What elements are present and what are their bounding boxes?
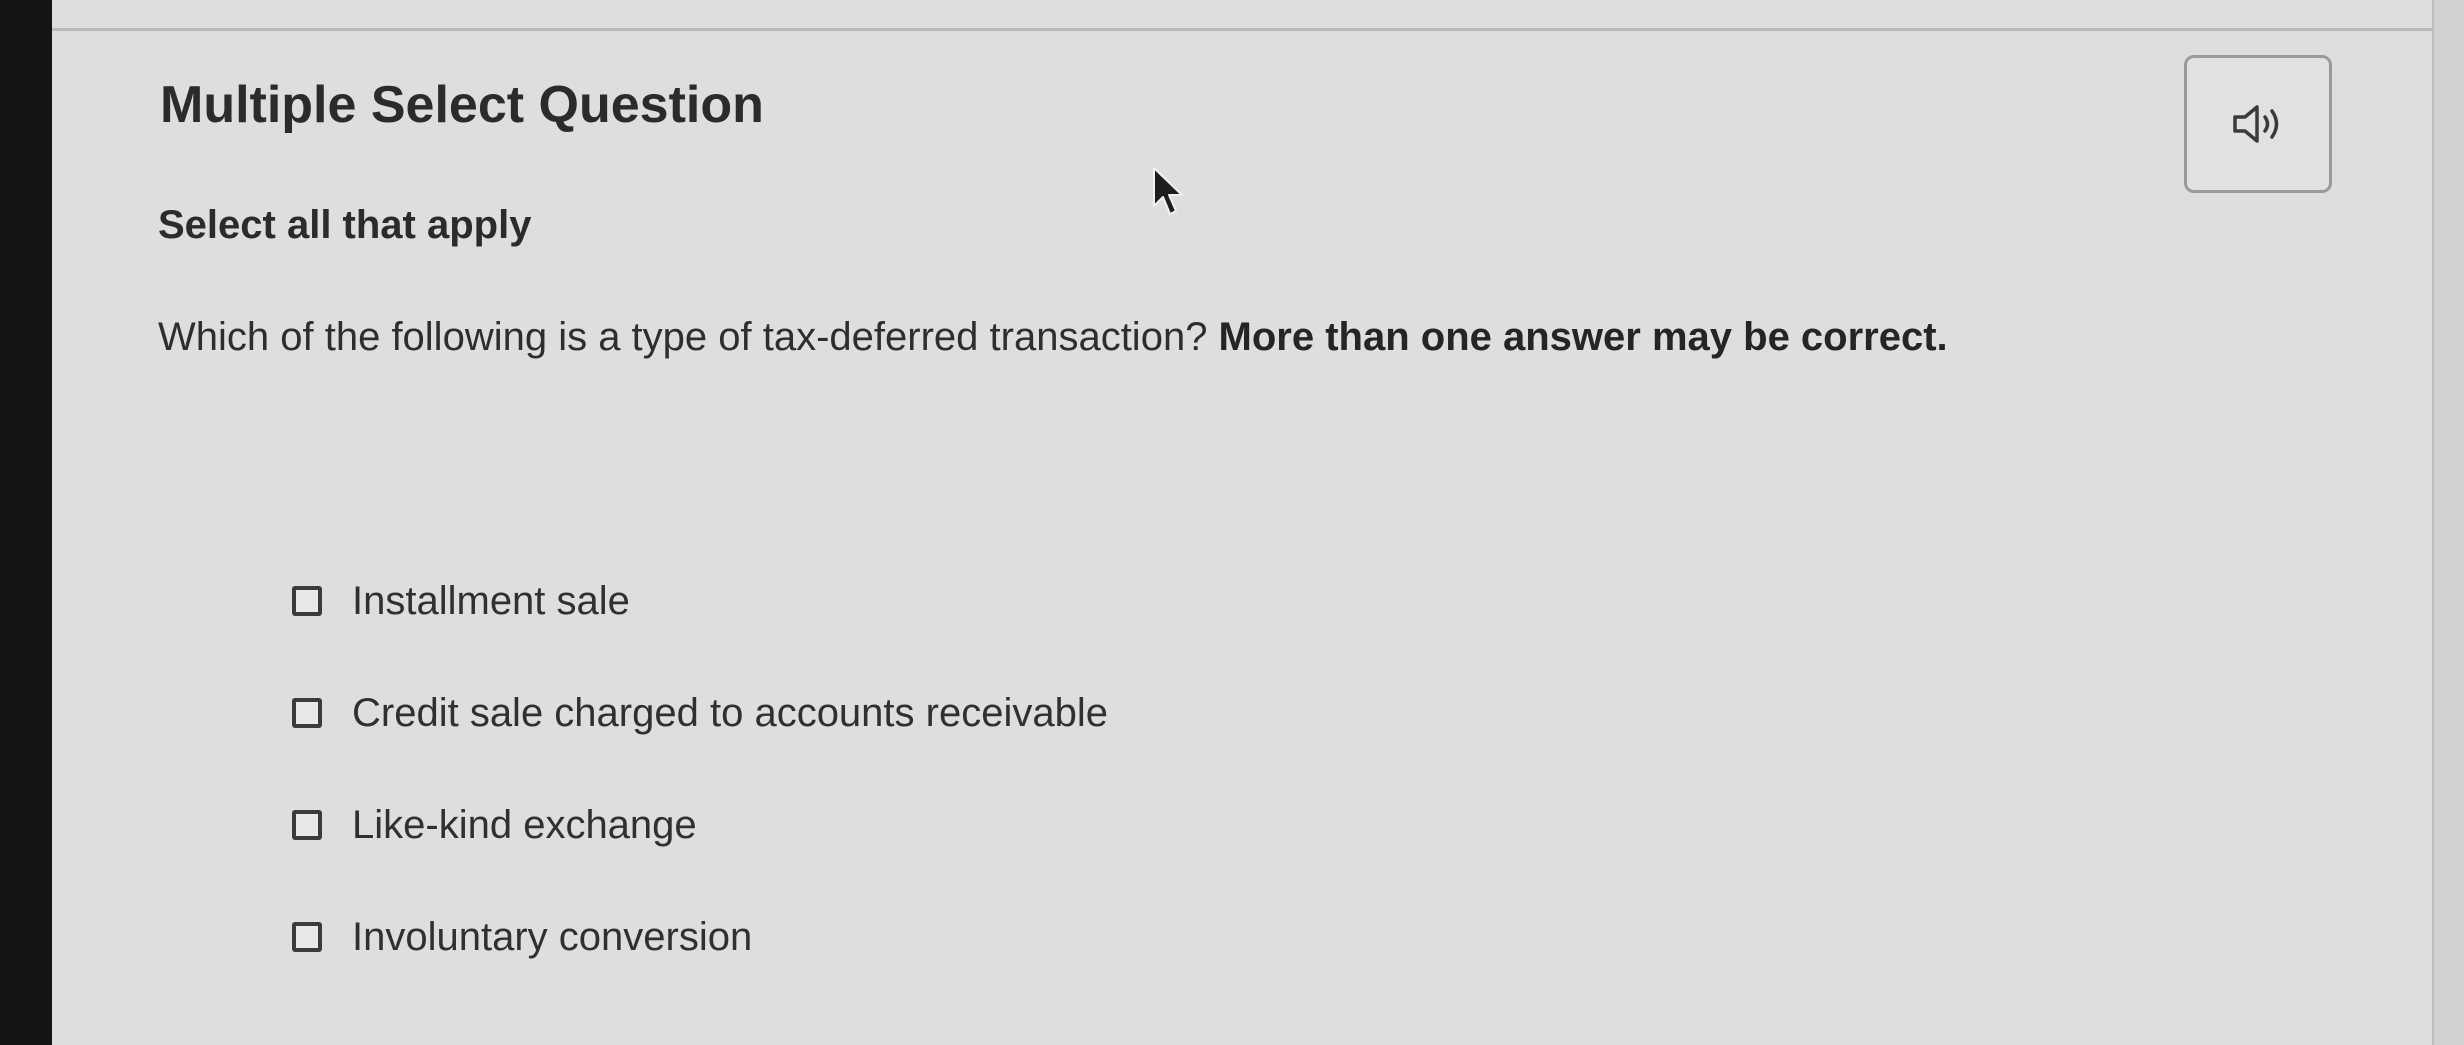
option-checkbox[interactable]: [292, 922, 322, 952]
option-label: Installment sale: [352, 578, 630, 623]
option-like-kind-exchange[interactable]: Like-kind exchange: [292, 769, 1108, 881]
screen-edge: [2432, 0, 2464, 1045]
instruction-text: Select all that apply: [158, 203, 532, 247]
prompt-emphasis: More than one answer may be correct.: [1218, 315, 1948, 359]
question-screen: Multiple Select Question Select all that…: [52, 0, 2464, 1045]
option-involuntary-conversion[interactable]: Involuntary conversion: [292, 881, 1108, 993]
option-label: Credit sale charged to accounts receivab…: [352, 690, 1108, 735]
question-type-heading: Multiple Select Question: [160, 76, 764, 134]
option-credit-sale[interactable]: Credit sale charged to accounts receivab…: [292, 657, 1108, 769]
answer-options: Installment sale Credit sale charged to …: [292, 545, 1108, 993]
question-panel: Multiple Select Question Select all that…: [52, 31, 2432, 1045]
option-installment-sale[interactable]: Installment sale: [292, 545, 1108, 657]
speaker-icon: [2233, 105, 2279, 143]
option-checkbox[interactable]: [292, 586, 322, 616]
read-aloud-button[interactable]: [2184, 55, 2332, 193]
option-checkbox[interactable]: [292, 698, 322, 728]
option-label: Like-kind exchange: [352, 802, 697, 847]
option-checkbox[interactable]: [292, 810, 322, 840]
prompt-text: Which of the following is a type of tax-…: [158, 315, 1219, 359]
option-label: Involuntary conversion: [352, 914, 753, 959]
question-prompt: Which of the following is a type of tax-…: [158, 315, 1948, 360]
mouse-pointer-icon: [1153, 167, 1183, 215]
